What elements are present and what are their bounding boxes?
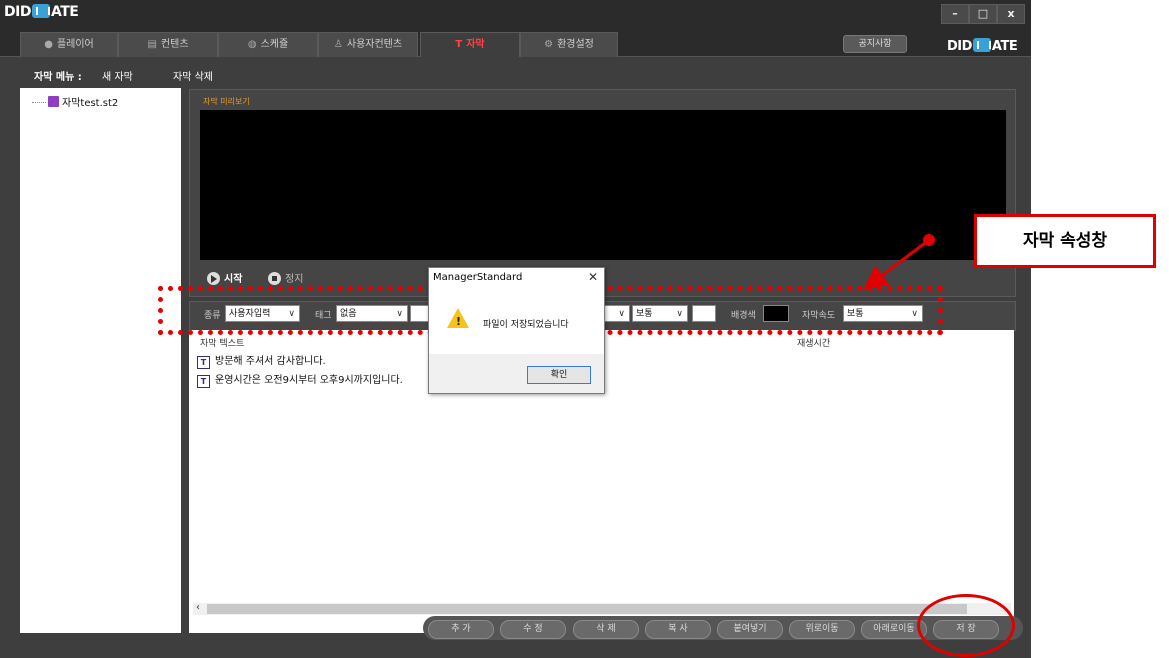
- text-caption-icon: T: [197, 375, 210, 388]
- file-icon: [48, 96, 59, 107]
- tab-settings[interactable]: ⚙ 환경설정: [520, 32, 618, 57]
- message-dialog: ManagerStandard ✕ ! 파일이 저장되었습니다 확인: [428, 267, 605, 394]
- paste-button[interactable]: 붙여넣기: [717, 620, 783, 639]
- tree-item[interactable]: 자막test.st2: [32, 94, 118, 109]
- file-tree: 자막test.st2: [20, 88, 181, 633]
- move-up-button[interactable]: 위로이동: [789, 620, 855, 639]
- annotation-callout: 자막 속성창: [974, 214, 1156, 268]
- header-logo: DID ATE: [947, 38, 1018, 54]
- list-item[interactable]: T 방문해 주셔서 감사합니다.: [197, 352, 326, 369]
- logo-text-left: DID: [4, 4, 31, 20]
- add-button[interactable]: 추 가: [428, 620, 494, 639]
- logo-text-right: ATE: [50, 4, 79, 20]
- edit-button[interactable]: 수 정: [500, 620, 566, 639]
- dialog-message: 파일이 저장되었습니다: [483, 320, 569, 330]
- close-button[interactable]: x: [997, 4, 1025, 24]
- scroll-left-icon[interactable]: ‹: [196, 602, 200, 613]
- app-logo: DID ATE: [4, 4, 79, 20]
- minimize-button[interactable]: –: [941, 4, 969, 24]
- caption-icon: T: [455, 39, 463, 50]
- save-highlight-ring: [917, 594, 1015, 657]
- submenu-label: 자막 메뉴 :: [34, 72, 82, 83]
- logo-mark-icon: [31, 4, 50, 18]
- stop-button[interactable]: 정지: [268, 270, 303, 285]
- tab-caption[interactable]: T 자막: [420, 32, 520, 57]
- maximize-button[interactable]: □: [969, 4, 997, 24]
- delete-button[interactable]: 삭 제: [573, 620, 639, 639]
- dialog-ok-button[interactable]: 확인: [527, 366, 591, 384]
- play-icon: [207, 272, 220, 285]
- text-caption-icon: T: [197, 356, 210, 369]
- tab-schedule[interactable]: ◍ 스케쥴: [218, 32, 318, 57]
- content-icon: ▤: [147, 39, 157, 50]
- header-logo-left: DID: [947, 39, 972, 54]
- header-logo-mark-icon: [972, 38, 991, 52]
- schedule-icon: ◍: [247, 39, 257, 50]
- settings-icon: ⚙: [544, 39, 554, 50]
- title-bar: [0, 0, 1031, 26]
- preview-screen: [200, 110, 1006, 260]
- warning-exclamation-icon: !: [456, 315, 462, 328]
- tab-content[interactable]: ▤ 컨텐츠: [118, 32, 218, 57]
- stop-icon: [268, 272, 281, 285]
- header-logo-right: ATE: [991, 39, 1018, 54]
- dialog-title-bar: ManagerStandard ✕: [429, 268, 604, 288]
- list-header-caption: 자막 텍스트: [200, 339, 245, 349]
- dialog-title: ManagerStandard: [433, 272, 523, 283]
- notice-button[interactable]: 공지사항: [843, 35, 907, 53]
- tab-user-content[interactable]: ♙ 사용자컨텐츠: [318, 32, 418, 57]
- list-item[interactable]: T 운영시간은 오전9시부터 오후9시까지입니다.: [197, 371, 403, 388]
- play-icon: ●: [44, 39, 53, 50]
- user-content-icon: ♙: [333, 39, 343, 50]
- new-caption-link[interactable]: 새 자막: [102, 68, 133, 83]
- tree-connector: [32, 102, 46, 103]
- scrollbar-thumb[interactable]: [207, 604, 967, 614]
- copy-button[interactable]: 복 사: [645, 620, 711, 639]
- tab-player[interactable]: ● 플레이어: [20, 32, 118, 57]
- list-header-time: 재생시간: [797, 339, 831, 349]
- horizontal-scrollbar[interactable]: ‹: [193, 602, 1011, 615]
- dialog-close-icon[interactable]: ✕: [588, 270, 598, 284]
- preview-title: 자막 미리보기: [203, 97, 250, 106]
- delete-caption-link[interactable]: 자막 삭제: [173, 68, 213, 83]
- start-button[interactable]: 시작: [207, 270, 242, 285]
